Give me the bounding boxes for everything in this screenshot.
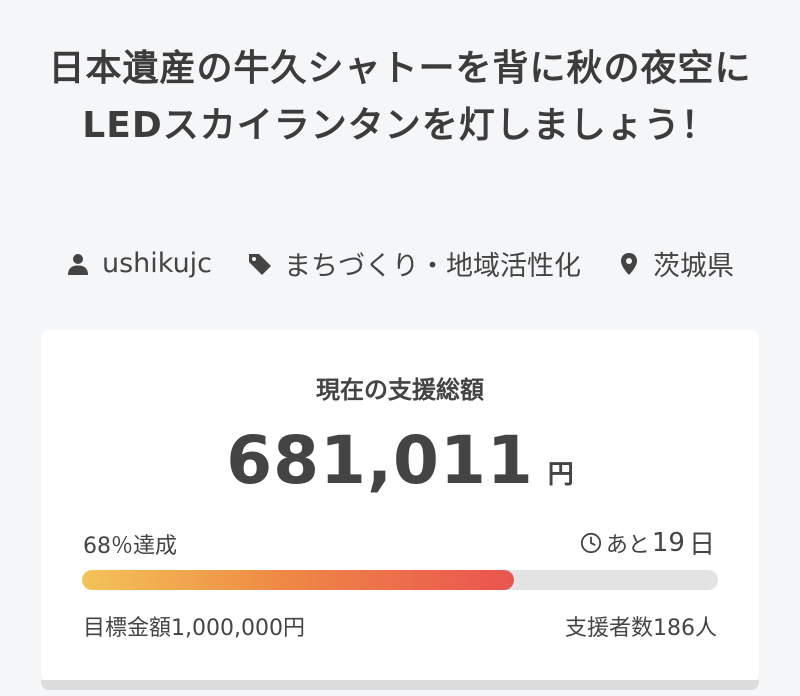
card-bottom-edge (41, 680, 759, 690)
user-icon (67, 253, 88, 275)
owner-name: ushikujc (101, 248, 213, 279)
category-link[interactable]: まちづくり・地域活性化 (248, 244, 581, 283)
progress-bar (82, 570, 718, 590)
remaining-prefix: あと (605, 532, 650, 558)
remaining-unit: 日 (688, 530, 715, 560)
amount-unit: 円 (547, 460, 574, 490)
tag-icon (249, 253, 272, 275)
achievement-percent: 68％達成 (83, 534, 177, 559)
owner-link[interactable]: ushikujc (66, 248, 212, 279)
remaining-days: あと 19 日 (580, 524, 717, 561)
location-pin-icon (621, 252, 638, 275)
project-meta: ushikujc まちづくり・地域活性化 茨城県 (0, 244, 800, 283)
funding-amount: 681,011 (226, 422, 534, 499)
funding-card: 現在の支援総額 681,011 円 68％達成 あと 19 日 目標金額1,00… (41, 330, 759, 682)
goal-amount: 目標金額1,000,000円 (83, 616, 305, 641)
project-title: 日本遺産の牛久シャトーを背に秋の夜空にLEDスカイランタンを灯しましょう！ (48, 48, 752, 146)
progress-bar-fill (82, 570, 515, 590)
category-name: まちづくり・地域活性化 (284, 251, 582, 282)
location-link[interactable]: 茨城県 (617, 244, 734, 283)
remaining-days-count: 19 (651, 527, 685, 558)
location-name: 茨城県 (653, 251, 735, 282)
amount-row: 681,011 円 (41, 422, 759, 499)
funding-label: 現在の支援総額 (316, 376, 484, 404)
clock-icon (580, 532, 601, 553)
backer-count: 支援者数186人 (565, 616, 717, 641)
